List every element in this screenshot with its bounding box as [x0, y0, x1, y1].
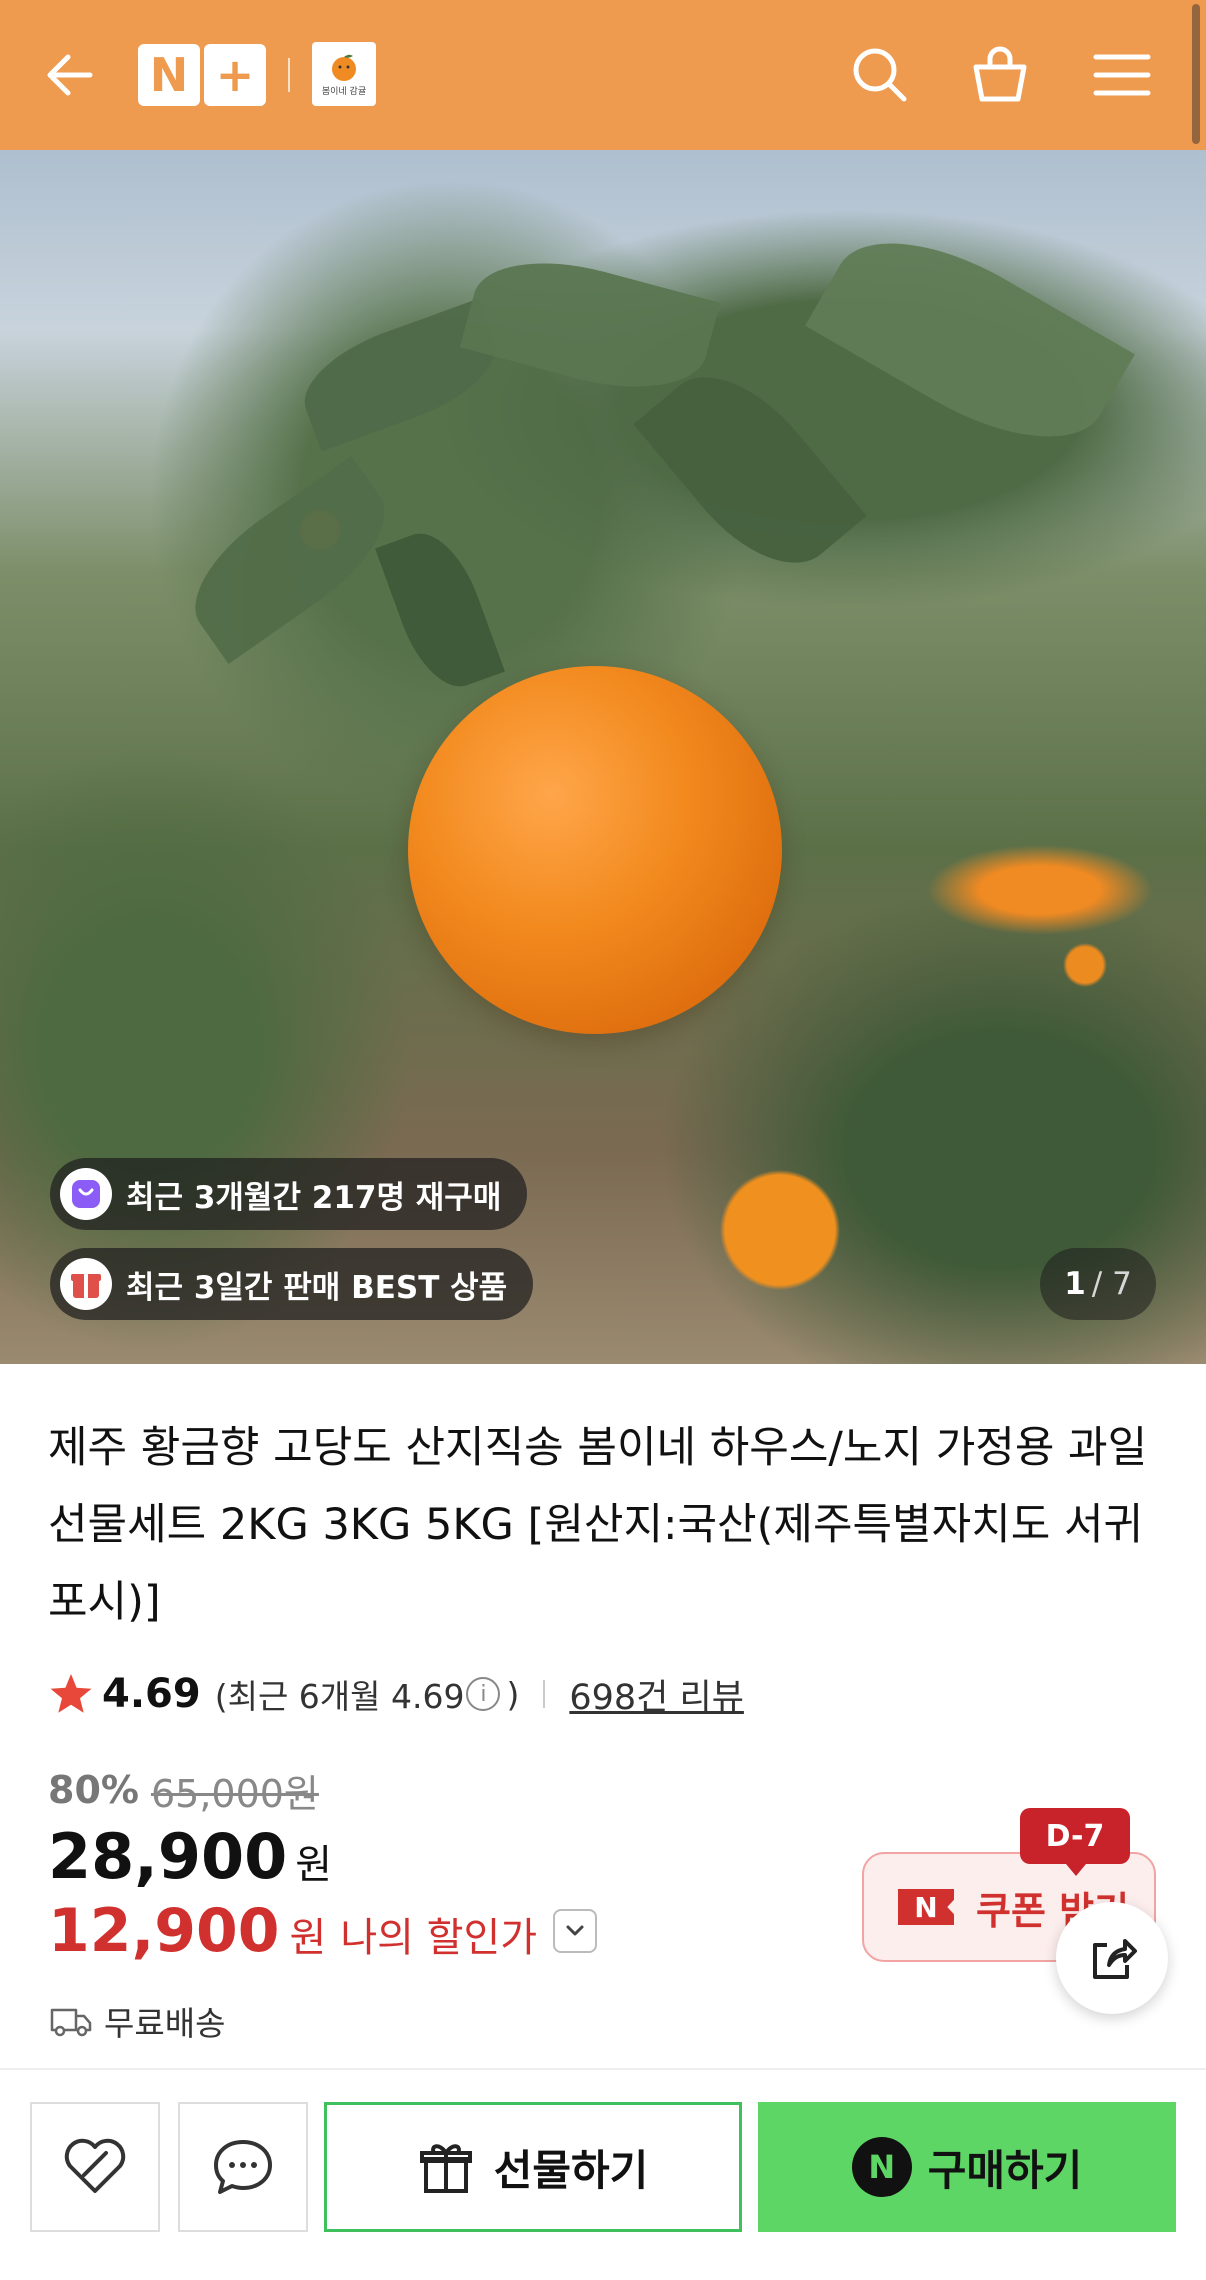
shipping-text: 무료배송 — [104, 2004, 226, 2043]
my-discount-price-row: 12,900 원 나의 할인가 — [48, 1896, 598, 1966]
leaf-shape — [633, 347, 867, 593]
leaf-shape — [375, 521, 505, 699]
cart-button[interactable] — [960, 35, 1040, 115]
review-count-link[interactable]: 698건 리뷰 — [569, 1669, 744, 1720]
wishlist-button[interactable] — [30, 2102, 160, 2232]
sale-price-row: 28,900 원 — [48, 1820, 332, 1893]
sale-price-unit: 원 — [295, 1842, 333, 1888]
my-discount-label: 나의 할인가 — [340, 1915, 538, 1961]
search-button[interactable] — [840, 35, 920, 115]
logo-n: N — [138, 44, 200, 106]
top-header: N + 봄이네 감귤 — [0, 0, 1206, 150]
menu-button[interactable] — [1082, 35, 1162, 115]
naver-pay-n-icon: N — [851, 2137, 912, 2197]
repurchase-badge-text: 최근 3개월간 217명 재구매 — [126, 1179, 502, 1216]
logo-plus: + — [204, 44, 266, 106]
naver-n-coupon-icon: N — [898, 1889, 954, 1925]
back-button[interactable] — [30, 35, 110, 115]
pager-current: 1 — [1064, 1266, 1086, 1302]
recent-rating: (최근 6개월 4.69 i ) — [215, 1670, 520, 1718]
bottom-action-bar: 선물하기 N 구매하기 — [0, 2068, 1206, 2280]
tangerine-fruit — [408, 666, 782, 1034]
chat-button[interactable] — [178, 2102, 308, 2232]
pager-total: / 7 — [1091, 1266, 1132, 1302]
image-pager: 1 / 7 — [1040, 1248, 1156, 1320]
original-price: 65,000원 — [150, 1771, 319, 1816]
product-page: N + 봄이네 감귤 최근 3개월간 217명 재구매 최근 3일간 판매 BE… — [0, 0, 1206, 2280]
buy-button[interactable]: N 구매하기 — [758, 2102, 1176, 2232]
gift-icon — [419, 2144, 472, 2193]
best-seller-badge: 최근 3일간 판매 BEST 상품 — [50, 1248, 534, 1320]
share-icon — [1093, 1939, 1137, 1979]
recent-rating-text: (최근 6개월 4.69 — [214, 1677, 465, 1716]
logo-divider — [288, 58, 290, 92]
product-title: 제주 황금향 고당도 산지직송 봄이네 하우스/노지 가정용 과일 선물세트 2… — [48, 1423, 1148, 1627]
rating-score: 4.69 — [102, 1671, 201, 1717]
my-discount-price: 12,900 — [48, 1896, 280, 1966]
shopping-bag-icon — [973, 46, 1027, 102]
leaf-shape — [171, 455, 409, 665]
gift-box-icon — [71, 1274, 101, 1298]
expand-discount-button[interactable] — [553, 1909, 598, 1953]
coupon-days-badge: D-7 — [1020, 1808, 1130, 1876]
discount-percent: 80% — [48, 1768, 139, 1812]
divider — [543, 1680, 546, 1708]
recent-rating-close: ) — [506, 1674, 520, 1714]
leaf-shape — [805, 204, 1135, 476]
rating-row: 4.69 (최근 6개월 4.69 i ) 698건 리뷰 — [48, 1664, 744, 1724]
heart-icon — [64, 2138, 126, 2193]
tangerine-logo-icon — [332, 54, 356, 81]
gift-button[interactable]: 선물하기 — [324, 2102, 742, 2232]
gift-button-label: 선물하기 — [493, 2145, 649, 2195]
discount-row: 80% 65,000원 — [48, 1762, 319, 1818]
chat-bubble-icon — [214, 2140, 272, 2194]
search-icon — [853, 48, 907, 102]
star-icon — [50, 1674, 92, 1713]
share-button[interactable] — [1056, 1902, 1168, 2014]
naver-plus-logo[interactable]: N + — [138, 44, 266, 106]
store-logo-text: 봄이네 감귤 — [321, 86, 367, 97]
shipping-row: 무료배송 — [50, 1996, 225, 2046]
best-seller-badge-text: 최근 3일간 판매 BEST 상품 — [126, 1269, 508, 1306]
back-arrow-icon — [47, 54, 93, 96]
page-scrollbar[interactable] — [1192, 4, 1200, 144]
chevron-down-icon — [566, 1925, 584, 1936]
store-logo[interactable]: 봄이네 감귤 — [312, 42, 376, 106]
buy-button-label: 구매하기 — [927, 2145, 1083, 2195]
my-discount-price-unit: 원 — [289, 1915, 327, 1961]
product-image-carousel[interactable]: 최근 3개월간 217명 재구매 최근 3일간 판매 BEST 상품 1 / 7 — [0, 150, 1206, 1364]
hamburger-menu-icon — [1093, 54, 1151, 96]
info-icon[interactable]: i — [466, 1677, 501, 1711]
repurchase-bag-icon — [72, 1180, 100, 1208]
sale-price: 28,900 — [48, 1820, 288, 1893]
repurchase-badge: 최근 3개월간 217명 재구매 — [50, 1158, 528, 1230]
truck-icon — [50, 2008, 92, 2037]
